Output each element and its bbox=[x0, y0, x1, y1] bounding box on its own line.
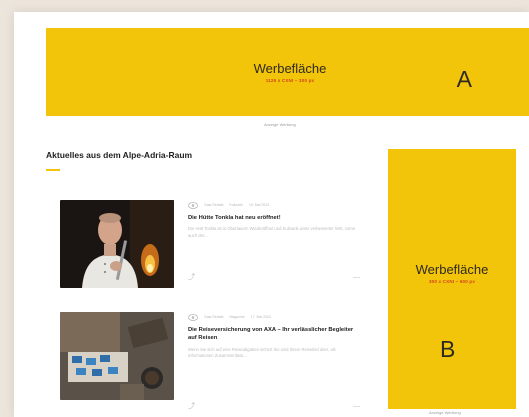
ad-b-title: Werbefläche bbox=[415, 262, 489, 277]
article-content: Gast Redakt Magazine 17. Mai 2024 Die Re… bbox=[188, 312, 360, 360]
author-icon bbox=[188, 201, 198, 209]
ad-b-caption: Anzeige Werbung bbox=[429, 410, 461, 415]
article-title[interactable]: Die Hütte Tonkla hat neu eröffnet! bbox=[188, 214, 360, 222]
article-meta: Gast Redakt Kulinarik 15. Mai 2024 bbox=[188, 200, 360, 210]
article-footer: ⤴ — bbox=[188, 403, 360, 410]
ad-sidebar-b[interactable]: Werbefläche 300 x CXNI – 600 px B bbox=[388, 149, 516, 409]
share-icon[interactable]: ⤴ bbox=[188, 274, 195, 281]
article-excerpt: Wenn Sie sich auf eine Reiseabgaben sich… bbox=[188, 346, 336, 359]
author-icon bbox=[188, 313, 198, 321]
ad-a-letter: A bbox=[456, 66, 472, 92]
section-title-underline bbox=[46, 169, 60, 171]
more-icon[interactable]: — bbox=[353, 274, 360, 281]
section-title: Aktuelles aus dem Alpe-Adria-Raum bbox=[46, 150, 193, 160]
more-icon[interactable]: — bbox=[353, 403, 360, 410]
ad-a-caption: Anzeige Werbung bbox=[264, 122, 296, 127]
article-date: 17. Mai 2024 bbox=[250, 315, 271, 319]
page-container: Werbefläche 1125 x CXNI – 300 px A Anzei… bbox=[14, 12, 529, 417]
ad-a-title: Werbefläche bbox=[253, 61, 327, 76]
article-meta: Gast Redakt Magazine 17. Mai 2024 bbox=[188, 312, 360, 322]
article-category[interactable]: Kulinarik bbox=[229, 203, 242, 207]
article-content: Gast Redakt Kulinarik 15. Mai 2024 Die H… bbox=[188, 200, 360, 239]
ad-b-letter: B bbox=[440, 336, 456, 362]
ad-a-size: 1125 x CXNI – 300 px bbox=[265, 78, 315, 83]
article-thumbnail-chef[interactable] bbox=[60, 200, 174, 288]
ad-banner-a[interactable]: Werbefläche 1125 x CXNI – 300 px A bbox=[46, 28, 529, 116]
share-icon[interactable]: ⤴ bbox=[188, 403, 195, 410]
article-footer: ⤴ — bbox=[188, 274, 360, 281]
article-excerpt: Die Hütt Tonkla ist in Obertauern Wieder… bbox=[188, 226, 356, 238]
ad-b-size: 300 x CXNI – 600 px bbox=[428, 279, 476, 284]
article-date: 15. Mai 2024 bbox=[248, 203, 270, 207]
article-author[interactable]: Gast Redakt bbox=[204, 203, 223, 207]
article-author[interactable]: Gast Redakt bbox=[204, 315, 223, 319]
article-category[interactable]: Magazine bbox=[229, 315, 244, 319]
article-thumbnail-beach[interactable] bbox=[60, 312, 174, 400]
article-title[interactable]: Die Reiseversicherung von AXA – Ihr verl… bbox=[188, 326, 360, 343]
